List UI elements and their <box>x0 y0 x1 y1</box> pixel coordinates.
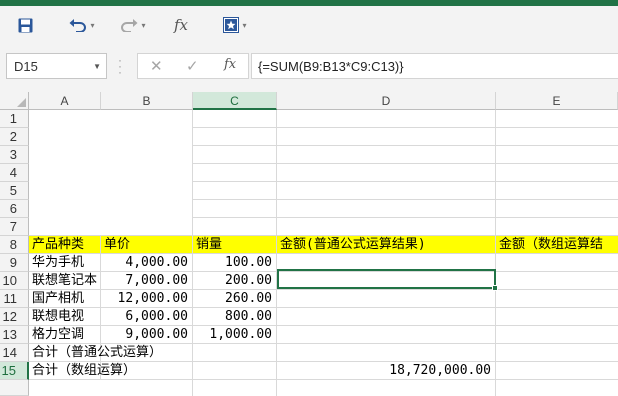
cell-c13[interactable]: 1,000.00 <box>193 326 277 344</box>
name-box[interactable]: D15 ▼ <box>6 53 107 79</box>
cell-b10[interactable]: 7,000.00 <box>101 272 193 290</box>
column-header-a[interactable]: A <box>29 92 101 110</box>
cell-a15[interactable]: 合计（数组运算） <box>29 362 193 380</box>
form-button[interactable]: ▾ <box>218 14 252 36</box>
cell-a9[interactable]: 华为手机 <box>29 254 101 272</box>
row-header-4[interactable]: 4 <box>0 164 29 182</box>
chevron-down-icon: ▾ <box>90 20 95 30</box>
cell-a8[interactable]: 产品种类 <box>29 236 101 254</box>
cell-c12[interactable]: 800.00 <box>193 308 277 326</box>
name-box-value: D15 <box>14 59 38 74</box>
row-header-13[interactable]: 13 <box>0 326 29 344</box>
row-header-8[interactable]: 8 <box>0 236 29 254</box>
row-header-1[interactable]: 1 <box>0 110 29 128</box>
redo-icon <box>121 19 138 32</box>
cell-a14[interactable]: 合计（普通公式运算） <box>29 344 193 362</box>
worksheet-grid[interactable]: A B C D E 1 2 3 4 5 6 7 8 9 10 11 12 13 … <box>0 92 618 396</box>
cell-b13[interactable]: 9,000.00 <box>101 326 193 344</box>
chevron-down-icon: ▾ <box>242 20 247 30</box>
column-header-b[interactable]: B <box>101 92 193 110</box>
redo-button[interactable]: ▾ <box>115 14 151 36</box>
chevron-down-icon[interactable]: ▼ <box>93 62 101 71</box>
cell-c11[interactable]: 260.00 <box>193 290 277 308</box>
row-header-9[interactable]: 9 <box>0 254 29 272</box>
active-cell-selection <box>277 269 498 291</box>
chevron-down-icon: ▾ <box>141 20 146 30</box>
cell-c8[interactable]: 销量 <box>193 236 277 254</box>
formula-input[interactable]: {=SUM(B9:B13*C9:C13)} <box>251 53 618 79</box>
row-header-2[interactable]: 2 <box>0 128 29 146</box>
cell-b12[interactable]: 6,000.00 <box>101 308 193 326</box>
undo-icon <box>69 19 87 32</box>
cell-a12[interactable]: 联想电视 <box>29 308 101 326</box>
function-icon: fx <box>173 16 188 34</box>
cell-b11[interactable]: 12,000.00 <box>101 290 193 308</box>
column-header-d[interactable]: D <box>277 92 496 110</box>
excel-window: ▾ ▾ fx ▾ D15 ▼ · · · ✕ ✓ fx {=SUM(B9:B13… <box>0 0 618 396</box>
row-header-15[interactable]: 15 <box>0 362 29 380</box>
cell-c10[interactable]: 200.00 <box>193 272 277 290</box>
row-header-10[interactable]: 10 <box>0 272 29 290</box>
formula-bar: D15 ▼ · · · ✕ ✓ fx {=SUM(B9:B13*C9:C13)} <box>0 44 618 92</box>
row-header-3[interactable]: 3 <box>0 146 29 164</box>
cell-d8[interactable]: 金额(普通公式运算结果) <box>277 236 496 254</box>
cell-b8[interactable]: 单价 <box>101 236 193 254</box>
row-header-7[interactable]: 7 <box>0 218 29 236</box>
cell-a11[interactable]: 国产相机 <box>29 290 101 308</box>
undo-button[interactable]: ▾ <box>62 14 102 36</box>
save-icon[interactable] <box>14 14 36 36</box>
cell-e8[interactable]: 金额（数组运算结 <box>496 236 618 254</box>
cell-c9[interactable]: 100.00 <box>193 254 277 272</box>
column-header-e[interactable]: E <box>496 92 618 110</box>
insert-function-icon[interactable]: fx <box>224 57 236 72</box>
row-header-11[interactable]: 11 <box>0 290 29 308</box>
row-header-14[interactable]: 14 <box>0 344 29 362</box>
row-header-6[interactable]: 6 <box>0 200 29 218</box>
quick-access-toolbar: ▾ ▾ fx ▾ <box>0 6 618 44</box>
more-options-icon[interactable]: · · · <box>118 54 122 78</box>
cancel-icon[interactable]: ✕ <box>150 57 163 75</box>
form-icon <box>223 17 240 33</box>
column-header-c[interactable]: C <box>193 92 277 110</box>
fill-handle[interactable] <box>492 285 498 291</box>
enter-icon[interactable]: ✓ <box>186 57 199 75</box>
formula-buttons: ✕ ✓ fx <box>137 53 249 79</box>
row-header-16[interactable] <box>0 380 29 396</box>
select-all-corner[interactable] <box>0 92 29 110</box>
cell-a13[interactable]: 格力空调 <box>29 326 101 344</box>
cell-d15[interactable]: 18,720,000.00 <box>277 362 496 380</box>
row-header-5[interactable]: 5 <box>0 182 29 200</box>
cell-a10[interactable]: 联想笔记本 <box>29 272 101 290</box>
cell-b9[interactable]: 4,000.00 <box>101 254 193 272</box>
row-header-12[interactable]: 12 <box>0 308 29 326</box>
insert-function-button[interactable]: fx <box>170 14 192 36</box>
